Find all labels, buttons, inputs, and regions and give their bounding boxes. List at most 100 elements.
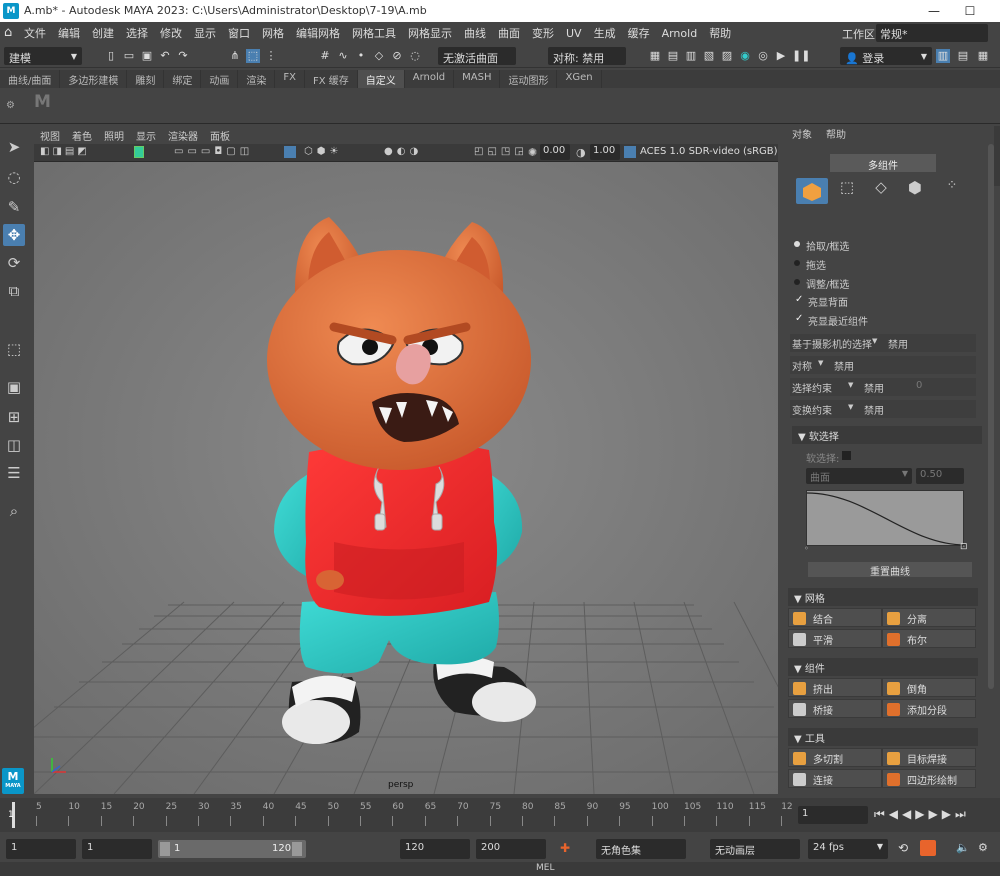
select-object-icon[interactable]: ⬚: [246, 49, 260, 63]
menu-item-14[interactable]: UV: [566, 27, 582, 40]
snap-grid-icon[interactable]: #: [318, 49, 332, 63]
gamma-field[interactable]: 1.00: [590, 144, 620, 160]
uv-mode-icon[interactable]: ⁘: [941, 178, 963, 202]
menu-item-18[interactable]: 帮助: [709, 25, 731, 41]
lasso-tool-icon[interactable]: ◌: [3, 166, 25, 188]
component-button-1[interactable]: 倒角: [882, 678, 976, 697]
shelf-tab-1[interactable]: 多边形建模: [60, 70, 128, 88]
minimize-icon[interactable]: —: [922, 2, 946, 20]
scale-tool-icon[interactable]: ⧉: [3, 280, 25, 302]
character-set-select[interactable]: 无角色集: [596, 839, 686, 859]
command-line[interactable]: MEL: [0, 862, 1000, 876]
viewport-menu-2[interactable]: 照明: [104, 128, 124, 143]
mode-select[interactable]: 建模 ▼: [4, 47, 82, 65]
smooth-shade-icon[interactable]: [284, 146, 296, 158]
shelf-tab-4[interactable]: 动画: [201, 70, 239, 88]
shelf-tab-5[interactable]: 渲染: [238, 70, 276, 88]
component-button-2[interactable]: 桥接: [788, 699, 882, 718]
vertex-mode-icon[interactable]: ⬚: [836, 178, 858, 202]
check-1[interactable]: ✓: [795, 314, 804, 324]
snap-curve-icon[interactable]: ∿: [336, 49, 350, 63]
single-view-icon[interactable]: ▣: [3, 376, 25, 398]
falloff-curve[interactable]: [806, 490, 966, 546]
mesh-button-1[interactable]: 分离: [882, 608, 976, 627]
soft-select-checkbox[interactable]: [842, 451, 851, 460]
check-0[interactable]: ✓: [795, 295, 804, 305]
tools-button-1[interactable]: 目标焊接: [882, 748, 976, 767]
keyframe-icon[interactable]: ✚: [560, 841, 570, 855]
shelf-tab-0[interactable]: 曲线/曲面: [0, 70, 61, 88]
menu-item-9[interactable]: 网格工具: [352, 25, 396, 41]
undo-icon[interactable]: ↶: [158, 49, 172, 63]
snap-point-icon[interactable]: •: [354, 49, 368, 63]
four-view-icon[interactable]: ⊞: [3, 406, 25, 428]
viewport-menu-5[interactable]: 面板: [210, 128, 230, 143]
playback-end-field[interactable]: 120: [400, 839, 470, 859]
colorspace-label[interactable]: ACES 1.0 SDR-video (sRGB): [640, 146, 778, 157]
menu-item-1[interactable]: 编辑: [58, 25, 80, 41]
arnold-pause-icon[interactable]: ❚❚: [792, 49, 810, 63]
range-handle-right[interactable]: [292, 842, 302, 856]
menu-item-17[interactable]: Arnold: [662, 27, 698, 40]
workspace-select[interactable]: 常规*: [876, 24, 988, 42]
arnold-render-icon[interactable]: ◉: [738, 49, 752, 63]
channel-box-icon[interactable]: ▤: [956, 49, 970, 63]
component-section-header[interactable]: ▼ 组件: [788, 658, 978, 676]
menu-item-15[interactable]: 生成: [594, 25, 616, 41]
color-management-icon[interactable]: [624, 146, 636, 158]
end-time-field[interactable]: 200: [476, 839, 546, 859]
mesh-section-header[interactable]: ▼ 网格: [788, 588, 978, 606]
falloff-select[interactable]: 曲面 ▼: [806, 468, 912, 484]
menu-item-2[interactable]: 创建: [92, 25, 114, 41]
last-tool-icon[interactable]: ⬚: [3, 338, 25, 360]
render-view-icon[interactable]: ▤: [666, 49, 680, 63]
arnold-ipr-icon[interactable]: ◎: [756, 49, 770, 63]
select-component-icon[interactable]: ⋮: [264, 49, 278, 63]
search-icon[interactable]: ⌕: [3, 500, 25, 522]
shelf-tab-3[interactable]: 绑定: [164, 70, 202, 88]
snap-surface-icon[interactable]: ⊘: [390, 49, 404, 63]
side-tab-strip[interactable]: [994, 126, 1000, 186]
shelf-tab-6[interactable]: FX: [275, 70, 305, 88]
menu-item-13[interactable]: 变形: [532, 25, 554, 41]
preferences-icon[interactable]: ⚙: [978, 841, 988, 854]
isolate-icons[interactable]: ◰◱◳◲: [474, 146, 528, 157]
shelf-tab-7[interactable]: FX 缓存: [305, 70, 358, 88]
object-mode-button[interactable]: [796, 178, 828, 204]
tools-button-0[interactable]: 多切割: [788, 748, 882, 767]
shelf-options-icon[interactable]: ⚙: [6, 100, 15, 111]
hypershade-icon[interactable]: ▨: [720, 49, 734, 63]
component-button-0[interactable]: 挤出: [788, 678, 882, 697]
viewport-menu-1[interactable]: 着色: [72, 128, 92, 143]
range-slider[interactable]: 1 120: [158, 840, 306, 858]
arnold-play-icon[interactable]: ▶: [774, 49, 788, 63]
rotate-tool-icon[interactable]: ⟳: [3, 252, 25, 274]
outliner-layout-icon[interactable]: ☰: [3, 462, 25, 484]
grid-toggle-icon[interactable]: [134, 146, 144, 158]
maximize-icon[interactable]: ☐: [958, 2, 982, 20]
viewport-menu-3[interactable]: 显示: [136, 128, 156, 143]
start-time-field[interactable]: 1: [6, 839, 76, 859]
menu-item-3[interactable]: 选择: [126, 25, 148, 41]
select-tool-icon[interactable]: ➤: [3, 136, 25, 158]
falloff-radius-field[interactable]: 0.50: [916, 468, 964, 484]
shelf-tab-11[interactable]: 运动图形: [500, 70, 558, 88]
mesh-button-0[interactable]: 结合: [788, 608, 882, 627]
open-scene-icon[interactable]: ▭: [122, 49, 136, 63]
viewport-menu-0[interactable]: 视图: [40, 128, 60, 143]
loop-icon[interactable]: ⟲: [898, 841, 908, 855]
attribute-editor-icon[interactable]: ▦: [976, 49, 990, 63]
radio-1[interactable]: [794, 260, 800, 266]
home-icon[interactable]: ⌂: [4, 26, 17, 39]
mesh-button-2[interactable]: 平滑: [788, 629, 882, 648]
playback-start-field[interactable]: 1: [82, 839, 152, 859]
time-slider[interactable]: 1 5 10 15 20 25 30 35 40 45 50 55 60 65 70 75 80 85 90 95 1…: [0, 798, 1000, 832]
render-frame-icon[interactable]: ▦: [648, 49, 662, 63]
face-mode-icon[interactable]: ⬢: [904, 178, 926, 202]
menu-item-5[interactable]: 显示: [194, 25, 216, 41]
menu-item-6[interactable]: 窗口: [228, 25, 250, 41]
mesh-button-3[interactable]: 布尔: [882, 629, 976, 648]
tools-button-3[interactable]: 四边形绘制: [882, 769, 976, 788]
range-handle-left[interactable]: [160, 842, 170, 856]
menu-item-12[interactable]: 曲面: [498, 25, 520, 41]
